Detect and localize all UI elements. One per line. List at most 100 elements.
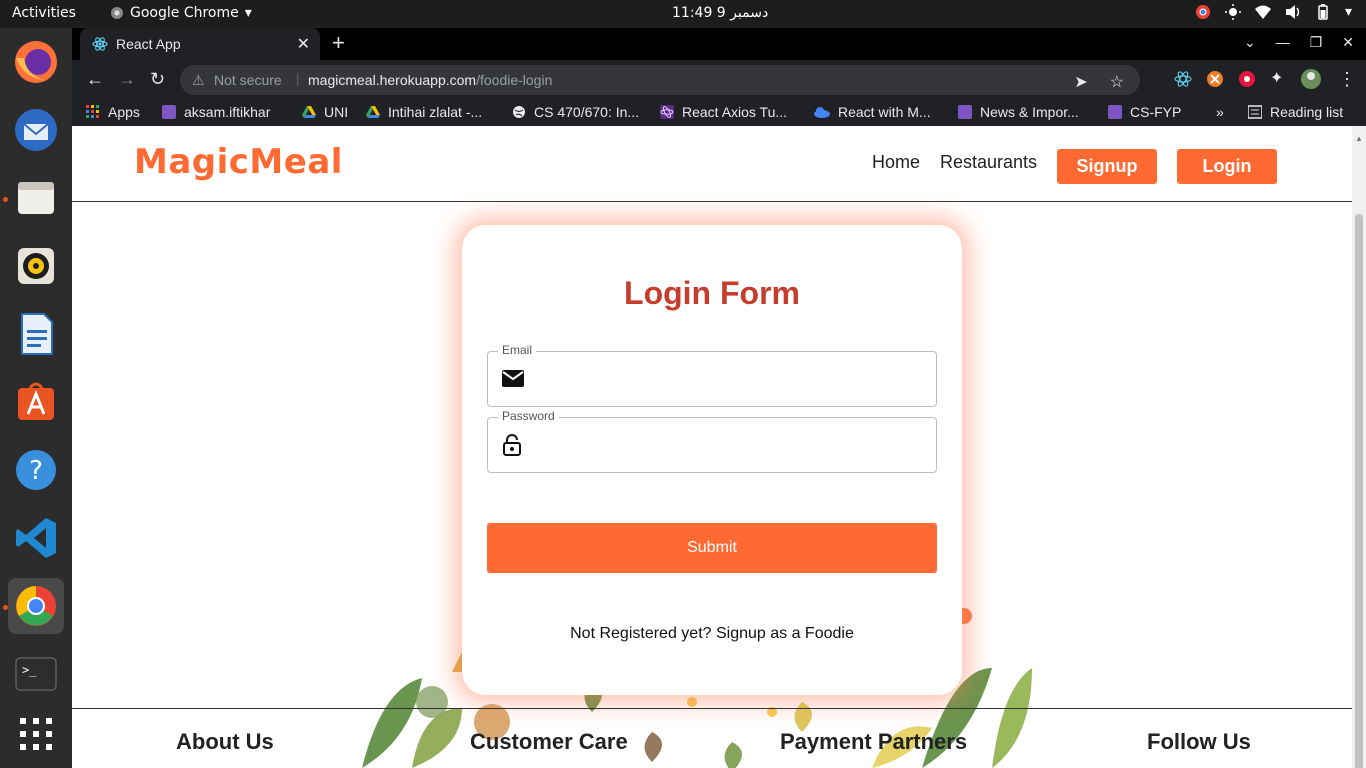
software-launcher[interactable] bbox=[8, 374, 64, 430]
chrome-tray-icon[interactable] bbox=[1195, 4, 1211, 20]
bookmark-aksam[interactable]: aksam.iftikhar bbox=[162, 104, 270, 120]
email-input[interactable] bbox=[538, 362, 928, 396]
thunderbird-icon bbox=[15, 109, 57, 151]
reading-list-button[interactable]: Reading list bbox=[1248, 104, 1343, 120]
rhythmbox-icon bbox=[18, 248, 54, 284]
forward-icon[interactable]: → bbox=[118, 69, 136, 89]
react-devtools-icon[interactable] bbox=[1174, 70, 1192, 88]
email-field[interactable]: Email bbox=[487, 343, 937, 407]
register-link[interactable]: Not Registered yet? Signup as a Foodie bbox=[462, 625, 962, 643]
app-menu[interactable]: Google Chrome ▾ bbox=[110, 5, 252, 21]
footer-payment-heading: Payment Partners bbox=[780, 729, 968, 754]
omnibox-actions: ➤ ☆ bbox=[1074, 72, 1124, 92]
nav-home-link[interactable]: Home bbox=[872, 152, 920, 173]
send-to-device-icon[interactable]: ➤ bbox=[1074, 72, 1087, 92]
url-text[interactable]: magicmeal.herokuapp.com/foodie-login bbox=[308, 72, 552, 88]
react-bookmark-icon bbox=[660, 105, 674, 119]
url-host: magicmeal.herokuapp.com bbox=[308, 72, 477, 88]
bookmark-label: CS-FYP bbox=[1130, 104, 1182, 120]
close-window-icon[interactable]: ✕ bbox=[1342, 34, 1354, 51]
bookmark-cs470[interactable]: CS 470/670: In... bbox=[512, 104, 639, 120]
thunderbird-launcher[interactable] bbox=[8, 102, 64, 158]
reload-icon[interactable]: ↻ bbox=[150, 69, 165, 89]
firefox-icon bbox=[15, 41, 57, 83]
show-apps-button[interactable] bbox=[8, 706, 64, 762]
running-indicator bbox=[3, 605, 8, 610]
avatar[interactable] bbox=[1300, 68, 1322, 90]
react-icon bbox=[92, 37, 108, 51]
chrome-icon bbox=[16, 586, 56, 626]
google-drive-icon bbox=[366, 106, 380, 118]
new-tab-button[interactable]: + bbox=[332, 32, 345, 54]
reading-list-icon bbox=[1248, 105, 1262, 119]
extension-orange-icon[interactable] bbox=[1206, 70, 1224, 88]
running-indicator bbox=[3, 197, 8, 202]
files-launcher[interactable] bbox=[8, 170, 64, 226]
terminal-icon: >_ bbox=[15, 657, 57, 691]
tab-react-app[interactable]: React App ✕ bbox=[80, 28, 320, 60]
divider: | bbox=[296, 70, 300, 86]
back-icon[interactable]: ← bbox=[86, 69, 104, 89]
writer-launcher[interactable] bbox=[8, 306, 64, 362]
scroll-thumb[interactable] bbox=[1355, 214, 1363, 768]
bookmark-label: React Axios Tu... bbox=[682, 104, 788, 120]
address-bar[interactable]: ⚠ Not secure | magicmeal.herokuapp.com/f… bbox=[180, 65, 1140, 95]
bookmark-news[interactable]: News & Impor... bbox=[958, 104, 1079, 120]
bookmark-star-icon[interactable]: ☆ bbox=[1110, 72, 1124, 92]
chrome-launcher[interactable] bbox=[8, 578, 64, 634]
security-label[interactable]: Not secure bbox=[214, 72, 282, 88]
nav-restaurants-link[interactable]: Restaurants bbox=[940, 152, 1037, 173]
page-scrollbar[interactable]: ▲ bbox=[1352, 126, 1366, 768]
rhythmbox-launcher[interactable] bbox=[8, 238, 64, 294]
footer-follow-heading: Follow Us bbox=[1147, 729, 1251, 754]
vscode-launcher[interactable] bbox=[8, 510, 64, 566]
terminal-launcher[interactable]: >_ bbox=[8, 646, 64, 702]
bookmarks-overflow-button[interactable]: » bbox=[1216, 104, 1224, 120]
bookmark-page-icon bbox=[162, 105, 176, 119]
bookmark-label: News & Impor... bbox=[980, 104, 1079, 120]
firefox-launcher[interactable] bbox=[8, 34, 64, 90]
tab-search-icon[interactable]: ⌄ bbox=[1244, 34, 1256, 51]
document-writer-icon bbox=[21, 313, 53, 355]
power-menu-chevron-icon[interactable]: ▾ bbox=[1345, 4, 1352, 20]
clock[interactable]: 11:49 دسمبر 9 bbox=[672, 5, 768, 21]
bookmark-cs-fyp[interactable]: CS-FYP bbox=[1108, 104, 1181, 120]
bookmark-react-with[interactable]: React with M... bbox=[814, 104, 931, 120]
maximize-icon[interactable]: ❐ bbox=[1310, 34, 1323, 51]
url-path: /foodie-login bbox=[476, 72, 553, 88]
vscode-icon bbox=[16, 518, 56, 558]
login-button[interactable]: Login bbox=[1177, 149, 1277, 184]
app-grid-icon bbox=[20, 718, 52, 750]
footer-care-heading: Customer Care bbox=[470, 729, 628, 754]
help-launcher[interactable]: ? bbox=[8, 442, 64, 498]
app-store-icon bbox=[18, 382, 54, 420]
extensions-puzzle-icon[interactable]: ✦ bbox=[1270, 69, 1283, 89]
warning-icon[interactable]: ⚠ bbox=[192, 72, 205, 89]
site-logo[interactable]: MagicMeal bbox=[134, 142, 343, 182]
cloud-icon bbox=[814, 107, 830, 118]
login-card: Login Form Email Password Submit Not Reg… bbox=[462, 225, 962, 695]
bookmark-uni[interactable]: UNI bbox=[302, 104, 348, 120]
scroll-up-icon[interactable]: ▲ bbox=[1355, 134, 1363, 143]
browser-menu-icon[interactable]: ⋮ bbox=[1338, 69, 1356, 89]
bookmark-react-axios[interactable]: React Axios Tu... bbox=[660, 104, 787, 120]
close-tab-icon[interactable]: ✕ bbox=[297, 34, 310, 54]
activities-button[interactable]: Activities bbox=[12, 5, 76, 21]
minimize-icon[interactable]: — bbox=[1276, 34, 1290, 51]
submit-button[interactable]: Submit bbox=[487, 523, 937, 573]
extension-red-icon[interactable] bbox=[1238, 70, 1256, 88]
svg-text:>_: >_ bbox=[22, 663, 37, 677]
bookmark-apps[interactable]: Apps bbox=[86, 104, 140, 120]
globe-icon bbox=[513, 106, 525, 118]
overflow-label: » bbox=[1216, 104, 1224, 120]
apps-grid-icon bbox=[86, 105, 99, 118]
system-tray[interactable]: ▾ bbox=[1195, 4, 1352, 20]
tab-strip: React App ✕ + ⌄ — ❐ ✕ bbox=[72, 28, 1366, 60]
google-drive-icon bbox=[302, 106, 316, 118]
signup-button[interactable]: Signup bbox=[1057, 149, 1157, 184]
bookmark-label: Intihai zlalat -... bbox=[388, 104, 483, 120]
bookmark-intihai[interactable]: Intihai zlalat -... bbox=[366, 104, 482, 120]
password-input[interactable] bbox=[538, 428, 928, 462]
password-field[interactable]: Password bbox=[487, 409, 937, 473]
bookmark-page-icon bbox=[958, 105, 972, 119]
